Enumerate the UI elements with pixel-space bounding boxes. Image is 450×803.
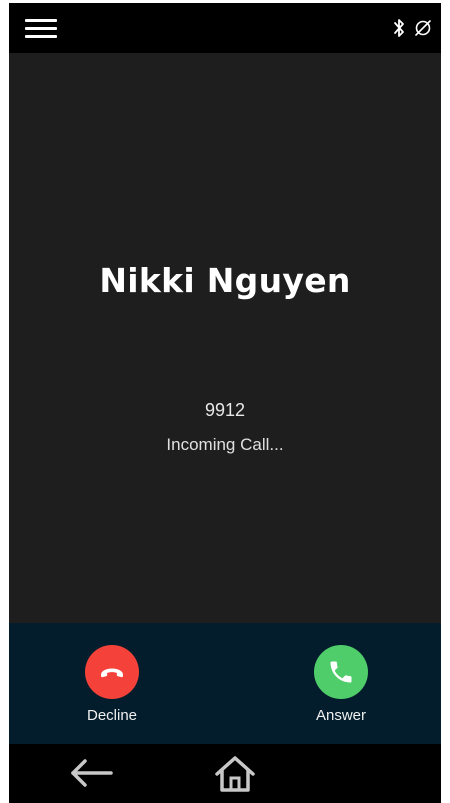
navigation-bar [9, 744, 441, 803]
status-indicators [393, 16, 433, 40]
answer-label: Answer [315, 707, 367, 724]
answer-button[interactable]: Answer [281, 623, 401, 744]
status-bar [9, 3, 441, 53]
home-icon[interactable] [213, 754, 257, 794]
back-arrow-icon[interactable] [67, 756, 115, 790]
no-connection-icon [413, 18, 433, 38]
bluetooth-icon [393, 18, 405, 38]
phone-icon[interactable] [314, 645, 368, 699]
decline-label: Decline [86, 707, 138, 724]
call-status: Incoming Call... [166, 435, 284, 454]
decline-button[interactable]: Decline [52, 623, 172, 744]
caller-name: Nikki Nguyen [99, 261, 351, 300]
phone-screen: Nikki Nguyen 9912 Incoming Call... Decli… [9, 3, 441, 803]
hang-up-icon[interactable] [85, 645, 139, 699]
caller-number: 9912 [204, 400, 246, 420]
hamburger-menu-icon[interactable] [25, 15, 61, 41]
call-action-bar: Decline Answer [9, 623, 441, 744]
